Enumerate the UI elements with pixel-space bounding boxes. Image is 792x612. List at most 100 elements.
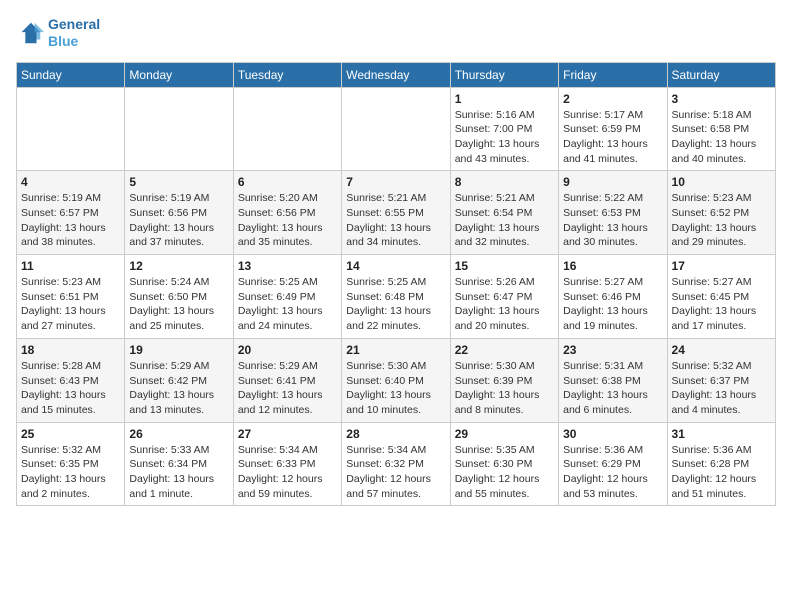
day-info: Sunrise: 5:21 AM Sunset: 6:55 PM Dayligh…	[346, 191, 445, 250]
day-info: Sunrise: 5:23 AM Sunset: 6:52 PM Dayligh…	[672, 191, 771, 250]
day-info: Sunrise: 5:29 AM Sunset: 6:42 PM Dayligh…	[129, 359, 228, 418]
day-info: Sunrise: 5:36 AM Sunset: 6:29 PM Dayligh…	[563, 443, 662, 502]
weekday-header-sunday: Sunday	[17, 62, 125, 87]
calendar-cell-4-3: 20 Sunrise: 5:29 AM Sunset: 6:41 PM Dayli…	[233, 338, 341, 422]
calendar-cell-1-4	[342, 87, 450, 171]
calendar-cell-1-6: 2Sunrise: 5:17 AM Sunset: 6:59 PM Daylig…	[559, 87, 667, 171]
calendar-cell-1-5: 1 Sunrise: 5:16 AM Sunset: 7:00 PM Daylig…	[450, 87, 558, 171]
day-info: Sunrise: 5:22 AM Sunset: 6:53 PM Dayligh…	[563, 191, 662, 250]
day-info: Sunrise: 5:28 AM Sunset: 6:43 PM Dayligh…	[21, 359, 120, 418]
day-number: 22	[455, 343, 554, 357]
day-info: Sunrise: 5:26 AM Sunset: 6:47 PM Dayligh…	[455, 275, 554, 334]
calendar-body: 1 Sunrise: 5:16 AM Sunset: 7:00 PM Daylig…	[17, 87, 776, 506]
calendar-week-row-5: 25Sunrise: 5:32 AM Sunset: 6:35 PM Dayli…	[17, 422, 776, 506]
day-info: Sunrise: 5:33 AM Sunset: 6:34 PM Dayligh…	[129, 443, 228, 502]
calendar-cell-4-5: 22 Sunrise: 5:30 AM Sunset: 6:39 PM Dayli…	[450, 338, 558, 422]
day-number: 2	[563, 92, 662, 106]
day-info: Sunrise: 5:34 AM Sunset: 6:33 PM Dayligh…	[238, 443, 337, 502]
day-info: Sunrise: 5:23 AM Sunset: 6:51 PM Dayligh…	[21, 275, 120, 334]
calendar-week-row-4: 18 Sunrise: 5:28 AM Sunset: 6:43 PM Dayli…	[17, 338, 776, 422]
calendar-cell-1-1	[17, 87, 125, 171]
weekday-header-friday: Friday	[559, 62, 667, 87]
day-number: 11	[21, 259, 120, 273]
calendar-cell-5-5: 29 Sunrise: 5:35 AM Sunset: 6:30 PM Dayli…	[450, 422, 558, 506]
calendar-cell-3-5: 15Sunrise: 5:26 AM Sunset: 6:47 PM Dayli…	[450, 255, 558, 339]
day-info: Sunrise: 5:27 AM Sunset: 6:46 PM Dayligh…	[563, 275, 662, 334]
day-number: 27	[238, 427, 337, 441]
day-info: Sunrise: 5:19 AM Sunset: 6:56 PM Dayligh…	[129, 191, 228, 250]
day-info: Sunrise: 5:32 AM Sunset: 6:35 PM Dayligh…	[21, 443, 120, 502]
calendar-cell-4-7: 24 Sunrise: 5:32 AM Sunset: 6:37 PM Dayli…	[667, 338, 775, 422]
day-number: 23	[563, 343, 662, 357]
day-number: 10	[672, 175, 771, 189]
calendar-header: SundayMondayTuesdayWednesdayThursdayFrid…	[17, 62, 776, 87]
calendar-cell-1-2	[125, 87, 233, 171]
calendar-week-row-3: 11 Sunrise: 5:23 AM Sunset: 6:51 PM Dayli…	[17, 255, 776, 339]
weekday-header-thursday: Thursday	[450, 62, 558, 87]
page-header: General Blue	[16, 16, 776, 50]
calendar-cell-5-2: 26 Sunrise: 5:33 AM Sunset: 6:34 PM Dayli…	[125, 422, 233, 506]
day-number: 7	[346, 175, 445, 189]
calendar-cell-2-4: 7 Sunrise: 5:21 AM Sunset: 6:55 PM Daylig…	[342, 171, 450, 255]
calendar-cell-3-2: 12Sunrise: 5:24 AM Sunset: 6:50 PM Dayli…	[125, 255, 233, 339]
calendar-cell-5-7: 31 Sunrise: 5:36 AM Sunset: 6:28 PM Dayli…	[667, 422, 775, 506]
day-number: 3	[672, 92, 771, 106]
calendar-cell-5-4: 28 Sunrise: 5:34 AM Sunset: 6:32 PM Dayli…	[342, 422, 450, 506]
calendar-cell-5-1: 25Sunrise: 5:32 AM Sunset: 6:35 PM Dayli…	[17, 422, 125, 506]
calendar-week-row-2: 4 Sunrise: 5:19 AM Sunset: 6:57 PM Daylig…	[17, 171, 776, 255]
day-info: Sunrise: 5:27 AM Sunset: 6:45 PM Dayligh…	[672, 275, 771, 334]
calendar-week-row-1: 1 Sunrise: 5:16 AM Sunset: 7:00 PM Daylig…	[17, 87, 776, 171]
day-info: Sunrise: 5:18 AM Sunset: 6:58 PM Dayligh…	[672, 108, 771, 167]
day-number: 1	[455, 92, 554, 106]
weekday-header-tuesday: Tuesday	[233, 62, 341, 87]
calendar-cell-2-1: 4 Sunrise: 5:19 AM Sunset: 6:57 PM Daylig…	[17, 171, 125, 255]
calendar-cell-2-7: 10 Sunrise: 5:23 AM Sunset: 6:52 PM Dayli…	[667, 171, 775, 255]
calendar-cell-1-7: 3 Sunrise: 5:18 AM Sunset: 6:58 PM Daylig…	[667, 87, 775, 171]
day-number: 16	[563, 259, 662, 273]
day-info: Sunrise: 5:24 AM Sunset: 6:50 PM Dayligh…	[129, 275, 228, 334]
day-number: 26	[129, 427, 228, 441]
weekday-header-row: SundayMondayTuesdayWednesdayThursdayFrid…	[17, 62, 776, 87]
calendar-cell-2-6: 9 Sunrise: 5:22 AM Sunset: 6:53 PM Daylig…	[559, 171, 667, 255]
day-number: 24	[672, 343, 771, 357]
day-number: 29	[455, 427, 554, 441]
day-number: 28	[346, 427, 445, 441]
calendar-table: SundayMondayTuesdayWednesdayThursdayFrid…	[16, 62, 776, 507]
day-number: 19	[129, 343, 228, 357]
weekday-header-wednesday: Wednesday	[342, 62, 450, 87]
day-info: Sunrise: 5:36 AM Sunset: 6:28 PM Dayligh…	[672, 443, 771, 502]
day-info: Sunrise: 5:29 AM Sunset: 6:41 PM Dayligh…	[238, 359, 337, 418]
day-info: Sunrise: 5:25 AM Sunset: 6:49 PM Dayligh…	[238, 275, 337, 334]
day-info: Sunrise: 5:16 AM Sunset: 7:00 PM Dayligh…	[455, 108, 554, 167]
day-info: Sunrise: 5:31 AM Sunset: 6:38 PM Dayligh…	[563, 359, 662, 418]
calendar-cell-1-3	[233, 87, 341, 171]
day-number: 20	[238, 343, 337, 357]
day-info: Sunrise: 5:35 AM Sunset: 6:30 PM Dayligh…	[455, 443, 554, 502]
calendar-cell-5-3: 27 Sunrise: 5:34 AM Sunset: 6:33 PM Dayli…	[233, 422, 341, 506]
calendar-cell-2-2: 5 Sunrise: 5:19 AM Sunset: 6:56 PM Daylig…	[125, 171, 233, 255]
day-info: Sunrise: 5:19 AM Sunset: 6:57 PM Dayligh…	[21, 191, 120, 250]
day-number: 31	[672, 427, 771, 441]
calendar-cell-2-3: 6Sunrise: 5:20 AM Sunset: 6:56 PM Daylig…	[233, 171, 341, 255]
day-number: 8	[455, 175, 554, 189]
day-info: Sunrise: 5:32 AM Sunset: 6:37 PM Dayligh…	[672, 359, 771, 418]
day-number: 9	[563, 175, 662, 189]
day-info: Sunrise: 5:30 AM Sunset: 6:39 PM Dayligh…	[455, 359, 554, 418]
calendar-cell-5-6: 30 Sunrise: 5:36 AM Sunset: 6:29 PM Dayli…	[559, 422, 667, 506]
day-info: Sunrise: 5:30 AM Sunset: 6:40 PM Dayligh…	[346, 359, 445, 418]
day-info: Sunrise: 5:34 AM Sunset: 6:32 PM Dayligh…	[346, 443, 445, 502]
day-number: 18	[21, 343, 120, 357]
day-number: 4	[21, 175, 120, 189]
calendar-cell-4-4: 21 Sunrise: 5:30 AM Sunset: 6:40 PM Dayli…	[342, 338, 450, 422]
calendar-cell-3-7: 17Sunrise: 5:27 AM Sunset: 6:45 PM Dayli…	[667, 255, 775, 339]
logo-icon	[16, 19, 44, 47]
day-number: 14	[346, 259, 445, 273]
day-number: 30	[563, 427, 662, 441]
day-number: 21	[346, 343, 445, 357]
calendar-cell-3-3: 13Sunrise: 5:25 AM Sunset: 6:49 PM Dayli…	[233, 255, 341, 339]
calendar-cell-4-1: 18 Sunrise: 5:28 AM Sunset: 6:43 PM Dayli…	[17, 338, 125, 422]
calendar-cell-3-6: 16 Sunrise: 5:27 AM Sunset: 6:46 PM Dayli…	[559, 255, 667, 339]
day-number: 5	[129, 175, 228, 189]
day-info: Sunrise: 5:20 AM Sunset: 6:56 PM Dayligh…	[238, 191, 337, 250]
weekday-header-saturday: Saturday	[667, 62, 775, 87]
